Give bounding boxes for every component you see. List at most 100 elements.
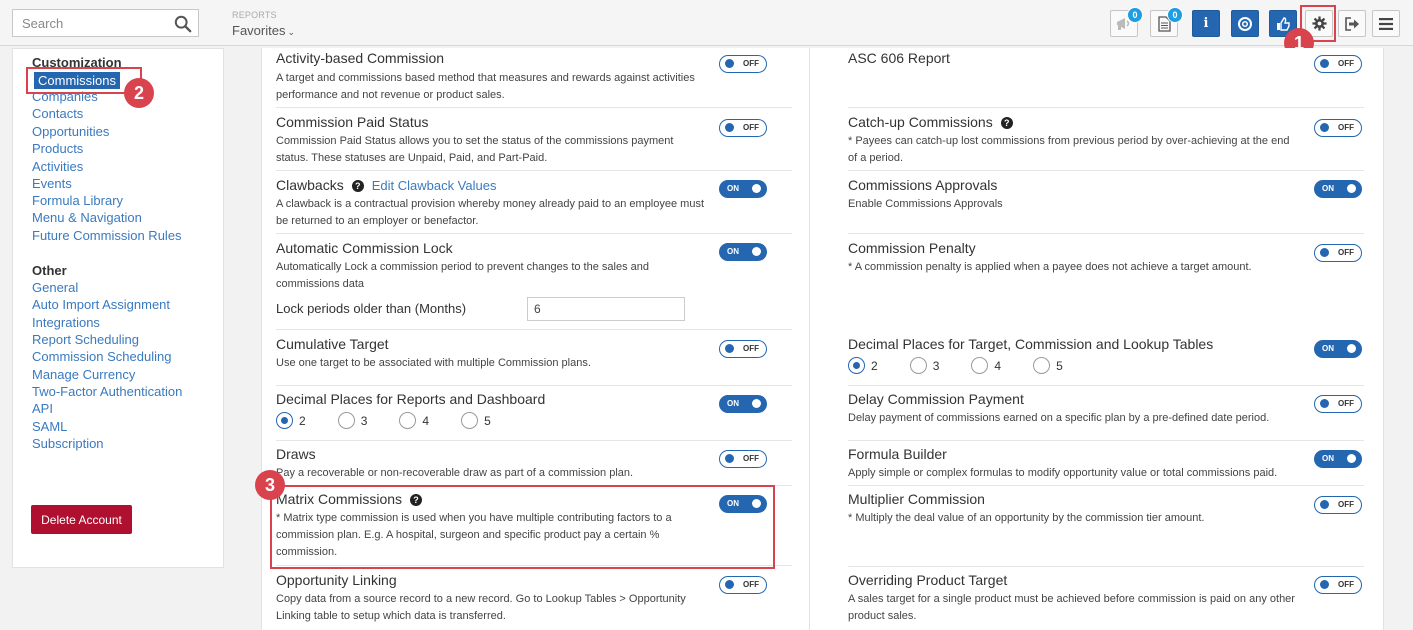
radio-button[interactable] xyxy=(971,357,989,374)
matrix-commissions-highlight xyxy=(270,485,775,569)
asc-606-report-toggle[interactable]: OFF xyxy=(1314,55,1362,73)
catch-up-commissions-toggle[interactable]: OFF xyxy=(1314,119,1362,137)
decimal-target-option-4[interactable]: 4 xyxy=(971,357,1001,374)
decimal-target-option-5[interactable]: 5 xyxy=(1033,357,1063,374)
documents-button[interactable]: 0 xyxy=(1150,7,1183,37)
radio-button[interactable] xyxy=(399,412,417,429)
toggle-state: OFF xyxy=(1338,500,1354,509)
radio-button[interactable] xyxy=(909,357,927,374)
sidebar-item-integrations[interactable]: Integrations xyxy=(32,315,100,330)
radio-label: 5 xyxy=(1056,358,1063,373)
commissions-approvals-toggle[interactable]: ON xyxy=(1314,180,1362,198)
edit-clawback-values-link[interactable]: Edit Clawback Values xyxy=(372,178,497,193)
search-input[interactable] xyxy=(13,10,163,36)
sidebar-item-api[interactable]: API xyxy=(32,401,53,416)
favorites-dropdown[interactable]: Favorites ⌄ xyxy=(232,23,295,38)
overriding-product-target-toggle[interactable]: OFF xyxy=(1314,576,1362,594)
other-heading: Other xyxy=(32,263,67,278)
setting-description: Delay payment of commissions earned on a… xyxy=(848,412,1270,424)
toggle-state: OFF xyxy=(1338,580,1354,589)
radio-button[interactable] xyxy=(1033,357,1051,374)
radio-label: 5 xyxy=(484,413,491,428)
radio-label: 4 xyxy=(994,358,1002,373)
sidebar-item-menu-navigation[interactable]: Menu & Navigation xyxy=(32,210,142,225)
decimal-reports-option-2[interactable]: 2 xyxy=(276,412,306,429)
sidebar-item-formula-library[interactable]: Formula Library xyxy=(32,193,123,208)
activity-based-commission-toggle[interactable]: OFF xyxy=(719,55,767,73)
setting-commission-penalty: Commission Penalty * A commission penalt… xyxy=(848,234,1364,330)
setting-draws: Draws Pay a recoverable or non-recoverab… xyxy=(276,441,792,486)
decimal-reports-option-5[interactable]: 5 xyxy=(461,412,491,429)
toggle-knob xyxy=(752,247,761,256)
toggle-knob xyxy=(725,580,734,589)
delete-account-button[interactable]: Delete Account xyxy=(31,505,132,534)
toggle-knob xyxy=(725,344,734,353)
lock-periods-input[interactable] xyxy=(527,297,685,321)
clawbacks-toggle[interactable]: ON xyxy=(719,180,767,198)
radio-button[interactable] xyxy=(337,412,355,429)
decimal-target-option-2[interactable]: 2 xyxy=(848,357,878,374)
toggle-knob xyxy=(1320,59,1329,68)
sidebar-item-report-scheduling[interactable]: Report Scheduling xyxy=(32,332,139,347)
announcements-button[interactable]: 0 xyxy=(1110,7,1143,37)
info-button[interactable]: i xyxy=(1192,10,1220,37)
multiplier-commission-toggle[interactable]: OFF xyxy=(1314,496,1362,514)
sidebar-item-opportunities[interactable]: Opportunities xyxy=(32,124,109,139)
toggle-knob xyxy=(1347,344,1356,353)
sidebar-item-commission-scheduling[interactable]: Commission Scheduling xyxy=(32,349,171,364)
main-menu-button[interactable] xyxy=(1372,10,1400,37)
step-3-marker: 3 xyxy=(255,470,285,500)
sidebar-item-events[interactable]: Events xyxy=(32,176,72,191)
toggle-knob xyxy=(752,399,761,408)
radio-button[interactable] xyxy=(461,412,479,429)
announcements-badge: 0 xyxy=(1127,7,1143,23)
opportunity-linking-toggle[interactable]: OFF xyxy=(719,576,767,594)
toggle-knob xyxy=(725,123,734,132)
radio-label: 2 xyxy=(299,413,306,428)
toggle-state: ON xyxy=(727,399,739,408)
decimal-target-option-3[interactable]: 3 xyxy=(909,357,939,374)
radio-button[interactable] xyxy=(276,412,293,429)
help-button[interactable] xyxy=(1231,10,1259,37)
setting-description: * A commission penalty is applied when a… xyxy=(848,261,1252,273)
sidebar-item-activities[interactable]: Activities xyxy=(32,159,83,174)
search-icon[interactable] xyxy=(174,15,192,33)
toggle-state: OFF xyxy=(743,454,759,463)
commission-paid-status-toggle[interactable]: OFF xyxy=(719,119,767,137)
draws-toggle[interactable]: OFF xyxy=(719,450,767,468)
sidebar-item-contacts[interactable]: Contacts xyxy=(32,106,83,121)
formula-builder-toggle[interactable]: ON xyxy=(1314,450,1362,468)
sidebar-item-products[interactable]: Products xyxy=(32,141,83,156)
sidebar-item-auto-import-assignment[interactable]: Auto Import Assignment xyxy=(32,297,170,312)
setting-description: A target and commissions based method th… xyxy=(276,72,695,101)
delay-commission-payment-toggle[interactable]: OFF xyxy=(1314,395,1362,413)
setting-formula-builder: Formula Builder Apply simple or complex … xyxy=(848,441,1364,486)
toggle-state: ON xyxy=(727,247,739,256)
decimal-reports-option-3[interactable]: 3 xyxy=(337,412,367,429)
cumulative-target-toggle[interactable]: OFF xyxy=(719,340,767,358)
logout-button[interactable] xyxy=(1338,10,1366,37)
sidebar-item-general[interactable]: General xyxy=(32,280,78,295)
sidebar-item-manage-currency[interactable]: Manage Currency xyxy=(32,367,135,382)
decimal-reports-toggle[interactable]: ON xyxy=(719,395,767,413)
sidebar-item-two-factor-authentication[interactable]: Two-Factor Authentication xyxy=(32,384,182,399)
decimal-target-toggle[interactable]: ON xyxy=(1314,340,1362,358)
question-icon[interactable]: ? xyxy=(1000,117,1013,129)
settings-sidebar: Customization Commissions Companies Cont… xyxy=(12,48,224,568)
question-icon[interactable]: ? xyxy=(351,180,364,192)
commission-penalty-toggle[interactable]: OFF xyxy=(1314,244,1362,262)
toggle-knob xyxy=(1320,248,1329,257)
sidebar-item-future-commission-rules[interactable]: Future Commission Rules xyxy=(32,228,182,243)
setting-cumulative-target: Cumulative Target Use one target to be a… xyxy=(276,330,792,386)
sidebar-item-saml[interactable]: SAML xyxy=(32,419,67,434)
radio-button[interactable] xyxy=(848,357,865,374)
toggle-state: OFF xyxy=(743,123,759,132)
setting-title: Formula Builder xyxy=(848,446,947,462)
automatic-commission-lock-toggle[interactable]: ON xyxy=(719,243,767,261)
setting-title: Cumulative Target xyxy=(276,336,389,352)
toggle-state: OFF xyxy=(743,580,759,589)
setting-title: Clawbacks? Edit Clawback Values xyxy=(276,177,496,193)
sidebar-item-subscription[interactable]: Subscription xyxy=(32,436,104,451)
toggle-knob xyxy=(1347,184,1356,193)
decimal-reports-option-4[interactable]: 4 xyxy=(399,412,429,429)
